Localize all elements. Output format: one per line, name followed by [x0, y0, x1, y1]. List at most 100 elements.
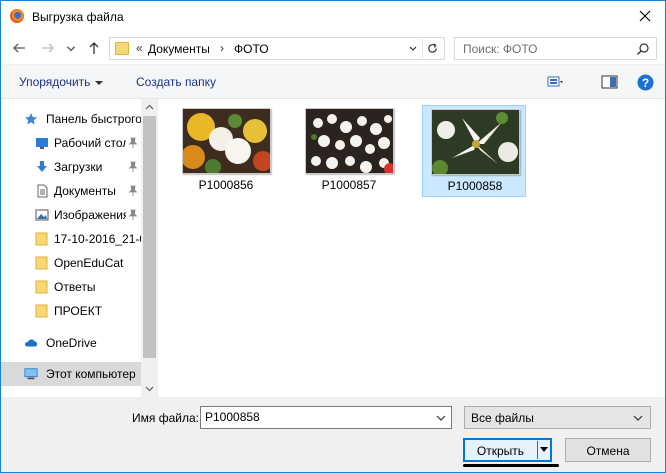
sidebar-item-openeducat[interactable]: OpenEduCat: [1, 251, 141, 275]
cancel-label: Отмена: [586, 444, 630, 458]
new-folder-button[interactable]: Создать папку: [136, 75, 216, 89]
chevron-down-icon[interactable]: [435, 412, 447, 424]
navigation-bar: « Документы › ФОТО Поиск: ФОТО: [1, 32, 665, 64]
folder-icon: [35, 304, 48, 318]
breadcrumb-separator: ›: [220, 41, 224, 55]
file-item[interactable]: P1000857: [297, 105, 401, 197]
breadcrumb-prefix: «: [136, 41, 143, 55]
scroll-up-icon[interactable]: [145, 103, 154, 112]
arrow-up-icon: [89, 42, 99, 54]
filename-field[interactable]: P1000858: [200, 406, 452, 429]
split-divider: [537, 441, 538, 459]
document-icon: [37, 184, 48, 198]
refresh-button[interactable]: [422, 39, 442, 58]
sidebar-item-answers[interactable]: Ответы: [1, 275, 141, 299]
photo-thumbnail: [182, 108, 271, 174]
dialog-footer: Имя файла: P1000858 Все файлы Открыть От…: [1, 397, 665, 472]
help-icon[interactable]: ?: [637, 74, 654, 91]
view-options-icon[interactable]: [547, 74, 565, 90]
up-button[interactable]: [85, 39, 103, 57]
filename-value: P1000858: [205, 410, 260, 424]
pin-icon: [128, 137, 138, 148]
folder-icon: [115, 42, 129, 55]
chevron-down-icon: [66, 46, 76, 52]
file-item[interactable]: P1000856: [174, 105, 278, 197]
breadcrumb-photo[interactable]: ФОТО: [234, 42, 269, 56]
sidebar-item-label: Загрузки: [54, 160, 103, 174]
breadcrumb-documents[interactable]: Документы: [148, 42, 210, 56]
svg-text:?: ?: [642, 76, 649, 90]
photo-thumbnail: [305, 108, 394, 174]
window-title: Выгрузка файла: [32, 10, 124, 24]
sidebar-item-documents[interactable]: Документы: [1, 179, 141, 203]
scroll-down-icon[interactable]: [145, 384, 154, 393]
file-item-selected[interactable]: P1000858: [422, 105, 526, 197]
file-name: P1000856: [198, 178, 254, 192]
sidebar-item-label: ПРОЕКТ: [54, 304, 103, 318]
file-name: P1000857: [321, 178, 377, 192]
search-input[interactable]: Поиск: ФОТО: [463, 42, 538, 56]
cancel-button[interactable]: Отмена: [565, 438, 651, 462]
pin-icon: [128, 185, 138, 196]
open-label: Открыть: [476, 444, 525, 458]
file-list: P1000856 P1000857 P1000858: [158, 99, 665, 397]
pin-icon: [128, 209, 138, 220]
recent-locations-button[interactable]: [65, 39, 77, 57]
filetype-select[interactable]: Все файлы: [464, 406, 651, 429]
cloud-icon: [24, 339, 38, 347]
file-upload-dialog: Выгрузка файла « Документы › ФОТО Поиск:…: [0, 0, 666, 473]
search-icon: [637, 43, 649, 55]
computer-icon: [24, 368, 38, 380]
sidebar-item-folder-17-10-2016[interactable]: 17-10-2016_21-0: [1, 227, 141, 251]
firefox-icon: [10, 9, 24, 23]
close-button[interactable]: [633, 5, 657, 27]
desktop-icon: [36, 138, 48, 149]
organize-button[interactable]: Упорядочить: [19, 75, 104, 89]
star-icon: [25, 113, 37, 125]
open-options-arrow-icon[interactable]: [540, 447, 548, 452]
sidebar-item-downloads[interactable]: Загрузки: [1, 155, 141, 179]
sidebar-scrollbar[interactable]: [141, 99, 158, 397]
forward-button[interactable]: [39, 39, 57, 57]
sidebar-item-label: Ответы: [54, 280, 96, 294]
sidebar-item-label: Этот компьютер: [46, 367, 136, 381]
pin-icon: [128, 161, 138, 172]
preview-pane-icon[interactable]: [601, 74, 619, 90]
picture-icon: [35, 209, 49, 221]
refresh-icon: [428, 43, 437, 53]
arrow-left-icon: [13, 43, 25, 53]
file-name: P1000858: [447, 179, 503, 193]
address-bar[interactable]: « Документы › ФОТО: [109, 37, 445, 60]
filename-label: Имя файла:: [132, 411, 199, 425]
navigation-pane: Панель быстрого доступа Рабочий стол Заг…: [1, 99, 158, 397]
back-button[interactable]: [10, 39, 28, 57]
annotation-underline: [463, 464, 559, 467]
organize-label: Упорядочить: [19, 75, 91, 89]
scrollbar-thumb[interactable]: [143, 116, 156, 358]
sidebar-item-label: Изображения: [54, 208, 126, 222]
download-icon: [37, 161, 47, 172]
sidebar-item-label: Панель быстрого доступа: [46, 112, 141, 126]
photo-thumbnail: [431, 109, 520, 175]
chevron-down-icon: [409, 46, 417, 51]
sidebar-item-label: Документы: [54, 184, 116, 198]
close-icon: [639, 10, 651, 22]
address-history-button[interactable]: [406, 42, 420, 56]
folder-icon: [35, 256, 48, 270]
folder-icon: [35, 232, 48, 246]
sidebar-item-this-pc[interactable]: Этот компьютер: [1, 362, 141, 386]
search-box[interactable]: Поиск: ФОТО: [454, 37, 657, 60]
sidebar-item-label: OneDrive: [46, 336, 97, 350]
sidebar-item-onedrive[interactable]: OneDrive: [1, 331, 141, 355]
sidebar-item-label: 17-10-2016_21-0: [54, 232, 141, 246]
sidebar-item-pictures[interactable]: Изображения: [1, 203, 141, 227]
title-bar: Выгрузка файла: [1, 1, 665, 32]
folder-icon: [35, 280, 48, 294]
sidebar-item-label: OpenEduCat: [54, 256, 124, 270]
open-button[interactable]: Открыть: [463, 438, 552, 462]
sidebar-item-quick-access[interactable]: Панель быстрого доступа: [1, 107, 141, 131]
filetype-value: Все файлы: [471, 411, 534, 425]
sidebar-item-desktop[interactable]: Рабочий стол: [1, 131, 141, 155]
sidebar-item-label: Рабочий стол: [54, 136, 126, 150]
sidebar-item-project[interactable]: ПРОЕКТ: [1, 299, 141, 323]
